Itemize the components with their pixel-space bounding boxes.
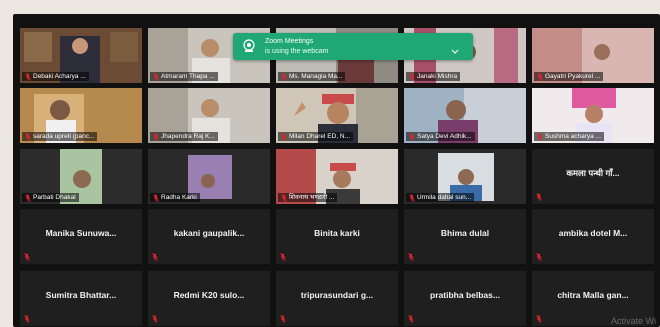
muted-mic-icon xyxy=(537,132,543,141)
participant-tile[interactable]: Satya Devi Adhik... xyxy=(404,88,526,143)
participant-tile[interactable]: kakani gaupalik... xyxy=(148,209,270,264)
participant-name: Sumitra Bhattar... xyxy=(45,290,117,300)
participant-name-tag: Gayatri Pyakurel ... xyxy=(534,72,604,81)
muted-mic-icon xyxy=(25,132,31,141)
participant-name: Atmaram Thapa ... xyxy=(161,73,215,80)
muted-mic-icon xyxy=(536,315,542,323)
participant-tile[interactable]: Sumitra Bhattar... xyxy=(20,271,142,326)
participant-tile[interactable]: Milan Dharel ED, N... xyxy=(276,88,398,143)
participant-name: कमला पन्थी गाँ... xyxy=(566,168,620,178)
participant-tile[interactable]: tripurasundari g... xyxy=(276,271,398,326)
banner-title: Zoom Meetings xyxy=(265,38,314,45)
muted-mic-icon xyxy=(153,72,159,81)
participant-name-tag: Parbati Dhakal xyxy=(22,193,79,202)
muted-mic-icon xyxy=(537,72,543,81)
participant-tile[interactable]: Redmi K20 sulo... xyxy=(148,271,270,326)
participant-name: ambika dotel M... xyxy=(558,228,628,238)
muted-mic-icon xyxy=(536,193,542,201)
muted-mic-icon xyxy=(152,315,158,323)
muted-mic-icon xyxy=(280,253,286,261)
muted-mic-icon xyxy=(280,315,286,323)
participant-name-tag: Ms. Managla Ma... xyxy=(278,72,346,81)
muted-mic-icon xyxy=(24,315,30,323)
participant-name-tag: Atmaram Thapa ... xyxy=(150,72,218,81)
participant-tile[interactable]: Bhima dulal xyxy=(404,209,526,264)
participant-name: Redmi K20 sulo... xyxy=(173,290,245,300)
participant-name-tag: Urmila dahal sun... xyxy=(406,193,475,202)
participant-name: Jhapendra Raj K... xyxy=(161,133,215,140)
muted-mic-icon xyxy=(536,253,542,261)
participant-name: Debaki Acharya ... xyxy=(33,73,86,80)
activate-windows-watermark: Activate Wi xyxy=(610,316,656,326)
webcam-notification-banner[interactable]: Zoom Meetings is using the webcam xyxy=(233,33,473,60)
participant-name: Milan Dharel ED, N... xyxy=(289,133,351,140)
chevron-down-icon[interactable] xyxy=(451,42,459,60)
muted-mic-icon xyxy=(25,72,31,81)
muted-mic-icon xyxy=(281,193,287,202)
participant-name-tag: sarada upreti (panc... xyxy=(22,132,98,141)
participant-name: Manika Sunuwa... xyxy=(45,228,117,238)
participant-name-tag: Debaki Acharya ... xyxy=(22,72,89,81)
participant-name: chitra Malla gan... xyxy=(557,290,629,300)
muted-mic-icon xyxy=(409,132,415,141)
participant-tile[interactable]: कमला पन्थी गाँ... xyxy=(532,149,654,204)
participant-tile[interactable]: Sushma acharya ... xyxy=(532,88,654,143)
participant-name: Urmila dahal sun... xyxy=(417,194,472,201)
muted-mic-icon xyxy=(408,315,414,323)
participant-name: Satya Devi Adhik... xyxy=(417,133,472,140)
participant-tile[interactable]: Parbati Dhakal xyxy=(20,149,142,204)
participant-tile[interactable]: Jhapendra Raj K... xyxy=(148,88,270,143)
muted-mic-icon xyxy=(153,193,159,202)
participant-name: Radha Karki xyxy=(161,194,197,201)
participant-tile[interactable]: Debaki Acharya ... xyxy=(20,28,142,83)
participant-name: Janaki Mishra xyxy=(417,73,458,80)
participant-tile[interactable]: Gayatri Pyakurel ... xyxy=(532,28,654,83)
participant-tile[interactable]: Radha Karki xyxy=(148,149,270,204)
participant-tile[interactable]: Manika Sunuwa... xyxy=(20,209,142,264)
muted-mic-icon xyxy=(408,253,414,261)
banner-subtitle: is using the webcam xyxy=(265,48,329,55)
participant-name: Ms. Managla Ma... xyxy=(289,73,343,80)
muted-mic-icon xyxy=(281,72,287,81)
participant-name-tag: Sushma acharya ... xyxy=(534,132,604,141)
participant-tile[interactable]: ambika dotel M... xyxy=(532,209,654,264)
participant-name-tag: Janaki Mishra xyxy=(406,72,461,81)
participant-grid: Debaki Acharya ... Atmaram Thapa ... Ms. M… xyxy=(20,28,660,327)
participant-tile[interactable]: Binita karki xyxy=(276,209,398,264)
muted-mic-icon xyxy=(281,132,287,141)
participant-name: sarada upreti (panc... xyxy=(33,133,95,140)
muted-mic-icon xyxy=(152,253,158,261)
muted-mic-icon xyxy=(409,193,415,202)
participant-name: शिवनाथ भण्डारी ... xyxy=(289,194,335,201)
muted-mic-icon xyxy=(153,132,159,141)
participant-name-tag: Satya Devi Adhik... xyxy=(406,132,475,141)
participant-name: Parbati Dhakal xyxy=(33,194,76,201)
muted-mic-icon xyxy=(24,253,30,261)
participant-tile[interactable]: Urmila dahal sun... xyxy=(404,149,526,204)
participant-name: Bhima dulal xyxy=(440,228,490,238)
participant-tile[interactable]: pratibha belbas... xyxy=(404,271,526,326)
participant-name-tag: Jhapendra Raj K... xyxy=(150,132,218,141)
participant-name-tag: Radha Karki xyxy=(150,193,200,202)
participant-name: Sushma acharya ... xyxy=(545,133,601,140)
participant-name-tag: शिवनाथ भण्डारी ... xyxy=(278,193,338,202)
participant-tile[interactable]: sarada upreti (panc... xyxy=(20,88,142,143)
participant-name: Gayatri Pyakurel ... xyxy=(545,73,601,80)
zoom-gallery-window: Debaki Acharya ... Atmaram Thapa ... Ms. M… xyxy=(13,14,660,327)
participant-name-tag: Milan Dharel ED, N... xyxy=(278,132,354,141)
muted-mic-icon xyxy=(409,72,415,81)
participant-tile[interactable]: शिवनाथ भण्डारी ... xyxy=(276,149,398,204)
participant-name: pratibha belbas... xyxy=(430,290,500,300)
participant-name: Binita karki xyxy=(314,228,360,238)
participant-name: kakani gaupalik... xyxy=(173,228,245,238)
participant-name: tripurasundari g... xyxy=(300,290,374,300)
webcam-icon xyxy=(242,39,256,58)
muted-mic-icon xyxy=(25,193,31,202)
